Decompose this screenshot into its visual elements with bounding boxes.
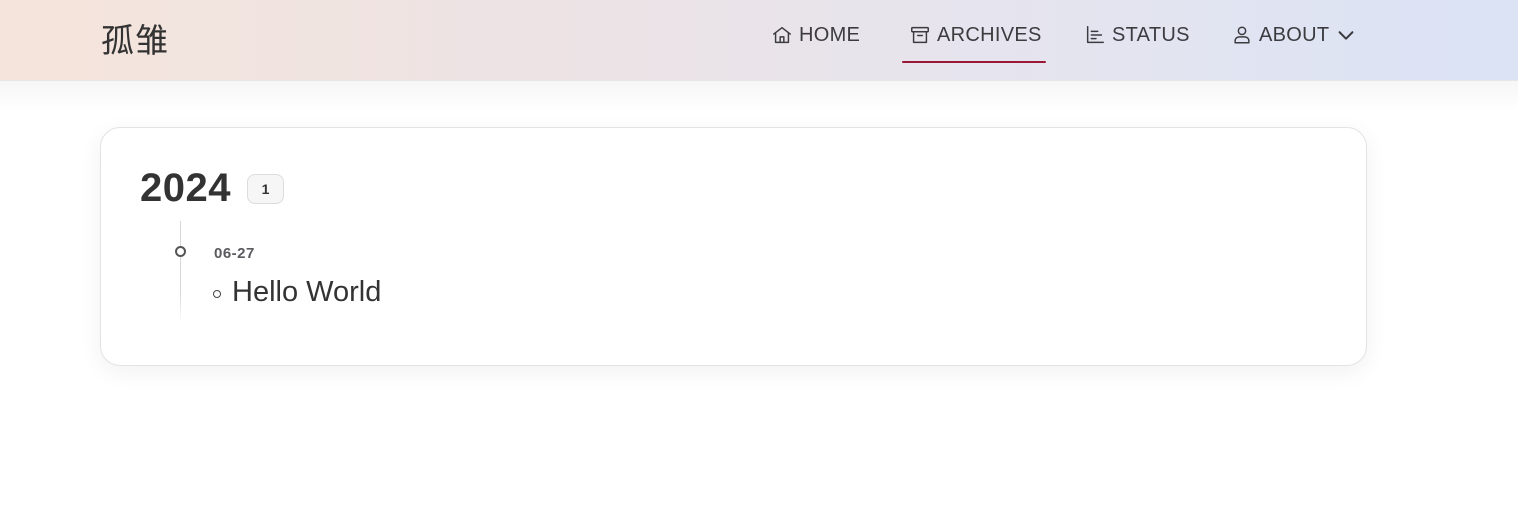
timeline-dot: [175, 246, 186, 257]
chevron-down-icon[interactable]: [1335, 24, 1357, 46]
archive-card: 2024 1 06-27 Hello World: [100, 127, 1367, 366]
nav-about[interactable]: ABOUT: [1231, 22, 1357, 48]
post-title-link[interactable]: Hello World: [232, 276, 381, 309]
post-bullet-icon: [213, 290, 221, 298]
post-date: 06-27: [214, 245, 255, 262]
nav-archives-label: ARCHIVES: [937, 23, 1042, 46]
site-title[interactable]: 孤雏: [101, 14, 169, 62]
nav-home-label: HOME: [799, 23, 861, 46]
header-shadow: [0, 81, 1518, 111]
home-icon: [773, 26, 791, 44]
year-post-count-badge: 1: [247, 174, 284, 204]
active-nav-indicator: [902, 61, 1046, 63]
nav-about-label: ABOUT: [1259, 23, 1330, 46]
nav-home[interactable]: HOME: [771, 22, 860, 48]
nav-status[interactable]: STATUS: [1084, 22, 1190, 48]
archive-icon: [911, 26, 929, 44]
user-icon: [1234, 26, 1250, 44]
bar-chart-icon: [1086, 26, 1104, 44]
site-header: 孤雏 HOME ARCHIVES STATUS ABOUT: [0, 0, 1518, 81]
nav-archives[interactable]: ARCHIVES: [909, 22, 1042, 48]
timeline-line: [180, 221, 181, 323]
nav-status-label: STATUS: [1112, 23, 1190, 46]
archive-year: 2024: [140, 166, 231, 210]
